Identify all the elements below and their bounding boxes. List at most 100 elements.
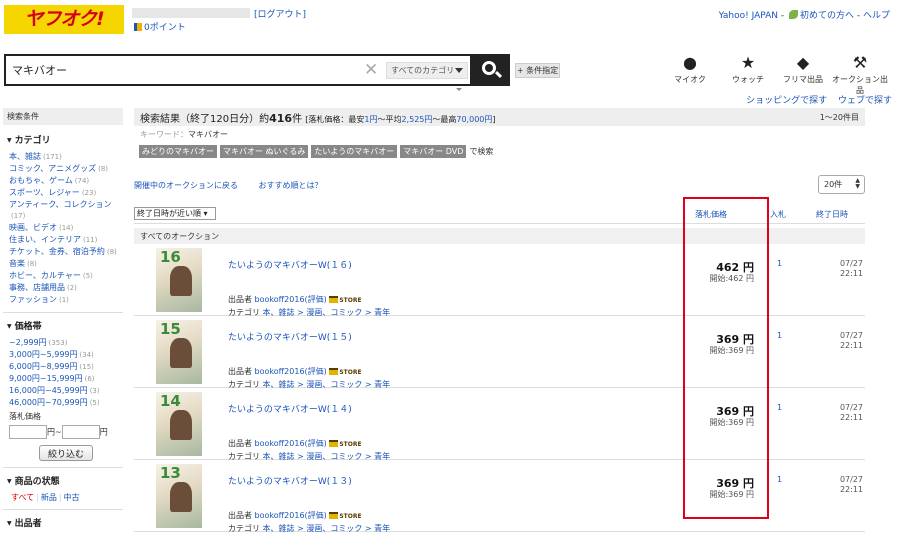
seller-section-title[interactable]: 出品者 <box>7 516 123 529</box>
bid-count-link[interactable]: 1 <box>777 475 782 484</box>
item-thumbnail[interactable]: 15 <box>156 320 202 384</box>
sidebar-item-category[interactable]: おもちゃ、ゲーム (74) <box>9 175 123 187</box>
sidebar-item-category[interactable]: 音楽 (8) <box>9 258 123 270</box>
seller-link[interactable]: bookoff2016 <box>255 439 305 448</box>
watch-button[interactable]: ★ ウォッチ <box>718 54 778 85</box>
category-path-link[interactable]: 本、雑誌 > 漫画、コミック > 青年 <box>263 524 391 533</box>
avg-price-link[interactable]: 2,525円 <box>401 115 432 124</box>
back-to-open-auctions-link[interactable]: 開催中のオークションに戻る <box>134 181 238 190</box>
price-section-title[interactable]: 価格帯 <box>7 319 123 332</box>
max-price-link[interactable]: 70,000円 <box>456 115 492 124</box>
item-thumbnail[interactable]: 16 <box>156 248 202 312</box>
category-select[interactable]: すべてのカテゴリ <box>386 62 468 79</box>
condition-all-link[interactable]: すべて <box>11 493 34 502</box>
suggest-toggle-icon[interactable] <box>456 88 462 91</box>
sidebar-item-category[interactable]: 映画、ビデオ (14) <box>9 222 123 234</box>
item-title-link[interactable]: たいようのマキバオーW(１３) <box>228 474 352 487</box>
chevron-down-icon: ▾ <box>203 209 208 218</box>
seller-link[interactable]: bookoff2016 <box>255 367 305 376</box>
sidebar-item-category[interactable]: ホビー、カルチャー (5) <box>9 270 123 282</box>
sidebar-item-price-range[interactable]: 6,000円~8,999円 (15) <box>9 361 123 373</box>
item-title-link[interactable]: たいようのマキバオーW(１５) <box>228 330 352 343</box>
results-summary: 検索結果（終了120日分）約416件 [落札価格：最安1円～平均2,525円～最… <box>134 108 865 126</box>
related-tag[interactable]: みどりのマキバオー <box>139 145 217 158</box>
watch-label: ウォッチ <box>732 75 764 84</box>
refine-button[interactable]: 絞り込む <box>39 445 93 461</box>
thumbnail-figure <box>170 482 192 512</box>
rating-link[interactable]: (評価) <box>305 511 327 520</box>
related-tag[interactable]: マキバオー DVD <box>400 145 467 158</box>
sidebar-item-category[interactable]: 事務、店舗用品 (2) <box>9 282 123 294</box>
condition-button[interactable]: + 条件指定 <box>515 63 560 78</box>
divider: | <box>58 493 62 502</box>
sidebar-item-category[interactable]: スポーツ、レジャー (23) <box>9 187 123 199</box>
sidebar-item-category[interactable]: 本、雑誌 (171) <box>9 151 123 163</box>
per-page-select[interactable]: 20件 ▲ ▼ <box>818 175 865 194</box>
store-icon <box>329 368 339 375</box>
min-price-link[interactable]: 1円 <box>364 115 377 124</box>
recommended-order-link[interactable]: おすすめ順とは？ <box>259 181 323 190</box>
points-link[interactable]: 0ポイント <box>134 20 186 33</box>
category-count: (5) <box>82 272 93 280</box>
sidebar-item-category[interactable]: 住まい、インテリア (11) <box>9 234 123 246</box>
sidebar-item-price-range[interactable]: 3,000円~5,999円 (34) <box>9 349 123 361</box>
first-time-link[interactable]: 初めての方へ <box>800 11 854 21</box>
related-tag[interactable]: たいようのマキバオー <box>311 145 398 158</box>
column-header-end-time[interactable]: 終了日時 <box>816 209 848 220</box>
clear-icon[interactable]: ✕ <box>364 60 378 80</box>
store-label: STORE <box>339 513 362 520</box>
thumbnail-volume: 14 <box>160 392 181 410</box>
thumbnail-volume: 16 <box>160 248 181 266</box>
condition-used-link[interactable]: 中古 <box>64 493 80 502</box>
sidebar-item-category[interactable]: アンティーク、コレクション (17) <box>9 199 123 222</box>
logout-link[interactable]: [ログアウト] <box>254 7 306 20</box>
price-max-input[interactable] <box>61 425 100 439</box>
condition-new-link[interactable]: 新品 <box>41 493 57 502</box>
item-title-link[interactable]: たいようのマキバオーW(１６) <box>228 258 352 271</box>
end-clock: 22:11 <box>839 413 863 422</box>
my-auction-button[interactable]: ● マイオク <box>660 54 720 85</box>
category-section-title[interactable]: カテゴリ <box>7 133 123 146</box>
condition-section-title[interactable]: 商品の状態 <box>7 474 123 487</box>
thumbnail-volume: 15 <box>160 320 181 338</box>
sidebar-item-category[interactable]: ファッション (1) <box>9 294 123 306</box>
rating-link[interactable]: (評価) <box>305 439 327 448</box>
related-tag[interactable]: マキバオー ぬいぐるみ <box>220 145 309 158</box>
sidebar-item-price-range[interactable]: 16,000円~45,999円 (3) <box>9 385 123 397</box>
chevron-down-icon <box>455 68 463 73</box>
item-thumbnail[interactable]: 13 <box>156 464 202 528</box>
bid-count-link[interactable]: 1 <box>777 259 782 268</box>
category-label: 音楽 <box>9 259 25 268</box>
sort-select[interactable]: 終了日時が近い順 ▾ <box>134 207 216 220</box>
shopping-search-link[interactable]: ショッピングで探す <box>746 96 827 106</box>
auction-sell-button[interactable]: ⚒ オークション出品 <box>830 54 890 96</box>
seller-info: 出品者 bookoff2016(評価) STORE <box>228 510 362 521</box>
sidebar-item-category[interactable]: コミック、アニメグッズ (8) <box>9 163 123 175</box>
category-label: ファッション <box>9 295 57 304</box>
search-input[interactable] <box>12 63 342 76</box>
search-button[interactable] <box>472 54 510 86</box>
help-link[interactable]: ヘルプ <box>863 11 890 21</box>
bid-count-link[interactable]: 1 <box>777 403 782 412</box>
yahoo-japan-link[interactable]: Yahoo! JAPAN <box>719 11 778 21</box>
web-search-link[interactable]: ウェブで探す <box>838 96 892 106</box>
bid-count-link[interactable]: 1 <box>777 331 782 340</box>
column-header-bids[interactable]: 入札 <box>770 209 786 220</box>
rating-link[interactable]: (評価) <box>305 295 327 304</box>
sidebar-item-price-range[interactable]: ~2,999円 (353) <box>9 337 123 349</box>
seller-link[interactable]: bookoff2016 <box>255 511 305 520</box>
category-label: おもちゃ、ゲーム <box>9 176 73 185</box>
price-min-input[interactable] <box>9 425 47 439</box>
item-thumbnail[interactable]: 14 <box>156 392 202 456</box>
rating-link[interactable]: (評価) <box>305 367 327 376</box>
sidebar-item-price-range[interactable]: 46,000円~70,999円 (5) <box>9 397 123 409</box>
end-clock: 22:11 <box>839 269 863 278</box>
seller-link[interactable]: bookoff2016 <box>255 295 305 304</box>
sidebar-item-price-range[interactable]: 9,000円~15,999円 (6) <box>9 373 123 385</box>
item-title-link[interactable]: たいようのマキバオーW(１４) <box>228 402 352 415</box>
yafuoku-logo[interactable]: ヤフオク! <box>4 5 124 34</box>
category-count: (1) <box>59 296 69 304</box>
category-label: スポーツ、レジャー <box>9 188 80 197</box>
flea-market-sell-button[interactable]: ◆ フリマ出品 <box>773 54 833 85</box>
sidebar-item-category[interactable]: チケット、金券、宿泊予約 (8) <box>9 246 123 258</box>
